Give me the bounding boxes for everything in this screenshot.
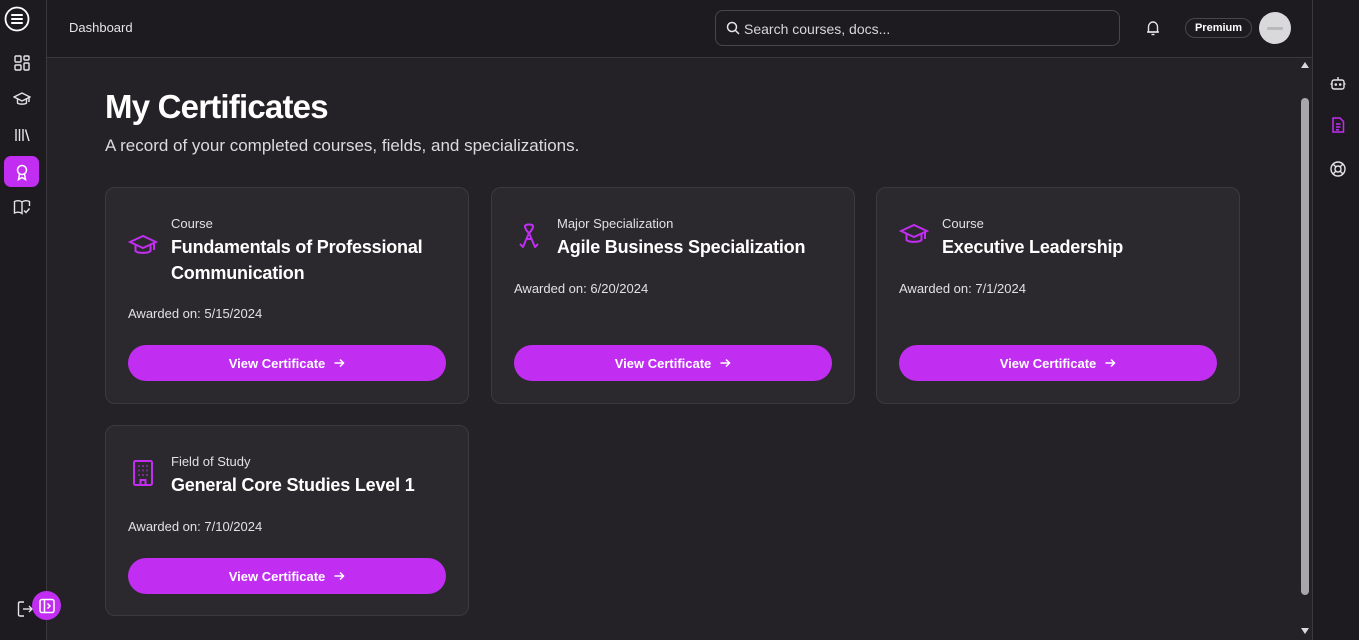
page-subtitle: A record of your completed courses, fiel…	[105, 136, 580, 155]
certificate-title: Fundamentals of Professional Communicati…	[171, 237, 423, 283]
sidebar-item-dashboard[interactable]	[4, 47, 39, 78]
certificate-title: Executive Leadership	[942, 237, 1124, 257]
top-bar: Dashboard Premium	[47, 0, 1312, 58]
breadcrumb[interactable]: Dashboard	[69, 20, 133, 35]
arrow-right-icon	[1105, 358, 1116, 368]
library-icon	[14, 128, 30, 141]
book-check-icon	[13, 199, 30, 215]
certificate-awarded-date: Awarded on: 5/15/2024	[128, 306, 263, 321]
search-icon	[726, 21, 740, 35]
certificate-awarded-date: Awarded on: 6/20/2024	[514, 281, 649, 296]
certificate-type: Field of Study	[171, 454, 251, 469]
panel-toggle-icon	[38, 598, 55, 613]
view-certificate-button[interactable]: View Certificate	[514, 345, 832, 381]
certificate-card: Course Fundamentals of Professional Comm…	[105, 187, 469, 404]
scroll-up-arrow[interactable]	[1301, 62, 1309, 68]
sidebar-item-courses[interactable]	[4, 83, 39, 114]
scroll-thumb[interactable]	[1301, 98, 1309, 595]
bot-icon[interactable]	[1329, 74, 1347, 92]
premium-badge[interactable]: Premium	[1185, 18, 1252, 38]
button-label: View Certificate	[999, 355, 1097, 371]
certificate-title: General Core Studies Level 1	[171, 475, 415, 495]
avatar[interactable]	[1259, 12, 1291, 44]
certificate-type: Course	[171, 216, 213, 231]
certificate-title: Agile Business Specialization	[557, 237, 806, 257]
notification-bell-icon[interactable]	[1144, 19, 1162, 37]
arrow-right-icon	[720, 358, 731, 368]
graduation-cap-icon	[12, 91, 31, 105]
view-certificate-button[interactable]: View Certificate	[899, 345, 1217, 381]
search-box[interactable]	[715, 10, 1120, 46]
dashboard-icon	[13, 54, 30, 71]
certificate-awarded-date: Awarded on: 7/1/2024	[899, 281, 1026, 296]
certificate-awarded-date: Awarded on: 7/10/2024	[128, 519, 263, 534]
arrow-right-icon	[334, 571, 345, 581]
ribbon-icon	[519, 223, 539, 248]
right-rail	[1312, 0, 1359, 640]
scroll-down-arrow[interactable]	[1301, 628, 1309, 634]
help-lifebuoy-icon[interactable]	[1329, 160, 1347, 178]
graduation-cap-icon	[128, 234, 158, 254]
certificate-card: Major Specialization Agile Business Spec…	[491, 187, 855, 404]
search-input[interactable]	[744, 18, 1104, 40]
arrow-right-icon	[334, 358, 345, 368]
document-icon[interactable]	[1329, 116, 1347, 134]
button-label: View Certificate	[228, 568, 326, 584]
app-logo-icon[interactable]	[4, 6, 30, 32]
button-label: View Certificate	[614, 355, 712, 371]
graduation-cap-icon	[899, 223, 929, 243]
view-certificate-button[interactable]: View Certificate	[128, 558, 446, 594]
certificate-card: Course Executive Leadership Awarded on: …	[876, 187, 1240, 404]
sidebar-item-learning[interactable]	[4, 191, 39, 222]
sidebar-toggle-button[interactable]	[32, 591, 61, 620]
page-title: My Certificates	[105, 88, 329, 125]
certificate-type: Course	[942, 216, 984, 231]
building-icon	[133, 460, 153, 486]
view-certificate-button[interactable]: View Certificate	[128, 345, 446, 381]
sidebar-item-library[interactable]	[4, 119, 39, 150]
award-icon	[16, 164, 27, 181]
sidebar-item-certificates[interactable]	[4, 156, 39, 187]
left-sidebar	[0, 0, 47, 640]
certificate-type: Major Specialization	[557, 216, 674, 231]
certificate-card: Field of Study General Core Studies Leve…	[105, 425, 469, 616]
button-label: View Certificate	[228, 355, 326, 371]
page-scrollbar[interactable]	[1298, 58, 1312, 640]
